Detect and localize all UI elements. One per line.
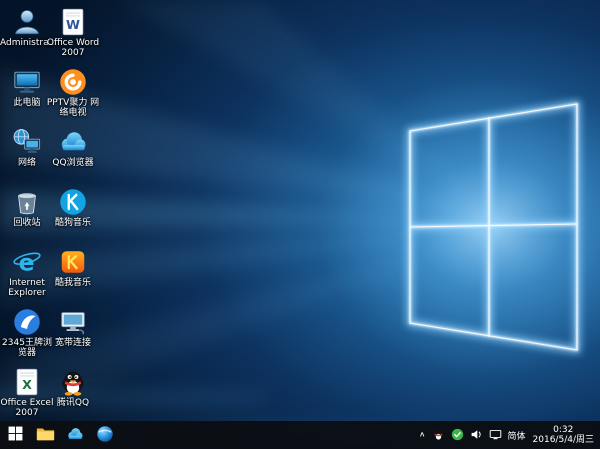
pptv-icon (58, 66, 89, 97)
desktop-icon-label: 酷狗音乐 (46, 218, 100, 228)
desktop-icon-tencent-qq[interactable]: 腾讯QQ (50, 366, 96, 426)
taskbar-file-explorer-button[interactable] (30, 421, 60, 449)
desktop-icon-label: PPTV聚力 网络电视 (46, 98, 100, 118)
taskbar-browser-button[interactable] (90, 421, 120, 449)
computer-icon (12, 66, 43, 97)
windows-logo-icon (8, 426, 23, 444)
desktop-icon-grid: Administra... 此电脑 (4, 6, 96, 426)
desktop-icon-label: 宽带连接 (46, 338, 100, 348)
caret-up-icon: ∧ (419, 431, 426, 438)
excel-icon: X (12, 366, 43, 397)
windows-desktop: Administra... 此电脑 (0, 0, 600, 449)
desktop-icon-office-excel[interactable]: X Office Excel 2007 (4, 366, 50, 426)
clock-date: 2016/5/4/周三 (533, 435, 594, 445)
kugou-icon (58, 186, 89, 217)
desktop-icon-qq-browser[interactable]: QQ浏览器 (50, 126, 96, 186)
desktop-icon-broadband[interactable]: 宽带连接 (50, 306, 96, 366)
word-icon: W (58, 6, 89, 37)
taskbar-clock[interactable]: 0:32 2016/5/4/周三 (529, 425, 600, 445)
user-folder-icon (12, 6, 43, 37)
desktop-icon-kuwo[interactable]: 酷我音乐 (50, 246, 96, 306)
2345-browser-icon (12, 306, 43, 337)
desktop-icon-pptv[interactable]: PPTV聚力 网络电视 (50, 66, 96, 126)
desktop-icon-kugou[interactable]: 酷狗音乐 (50, 186, 96, 246)
tray-security-button[interactable] (448, 421, 467, 449)
security-check-icon (451, 426, 464, 445)
show-hidden-icons-button[interactable]: ∧ (416, 424, 429, 446)
system-tray: ∧ (416, 421, 600, 449)
language-label: 简体 (508, 429, 526, 442)
internet-explorer-icon: e (12, 246, 43, 277)
desktop-icon-2345-browser[interactable]: 2345王牌浏览器 (4, 306, 50, 366)
volume-icon (470, 426, 483, 445)
desktop-icon-internet-explorer[interactable]: e Internet Explorer (4, 246, 50, 306)
tray-volume-button[interactable] (467, 421, 486, 449)
qq-penguin-icon (58, 366, 89, 397)
network-globe-icon (12, 126, 43, 157)
desktop-icon-label: 酷我音乐 (46, 278, 100, 288)
desktop-icon-this-pc[interactable]: 此电脑 (4, 66, 50, 126)
desktop-icon-label: Office Word 2007 (46, 38, 100, 58)
qq-browser-cloud-icon (58, 126, 89, 157)
globe-icon (96, 425, 114, 446)
svg-text:W: W (66, 17, 80, 32)
desktop-icon-network[interactable]: 网络 (4, 126, 50, 186)
qq-browser-cloud-icon (66, 425, 84, 446)
broadband-connection-icon (58, 306, 89, 337)
desktop-icon-recycle-bin[interactable]: 回收站 (4, 186, 50, 246)
start-button[interactable] (0, 421, 30, 449)
taskbar-qq-browser-button[interactable] (60, 421, 90, 449)
tray-qq-button[interactable] (429, 421, 448, 449)
input-language-indicator[interactable]: 简体 (505, 421, 529, 449)
qq-penguin-icon (432, 426, 445, 445)
desktop-icon-administrator[interactable]: Administra... (4, 6, 50, 66)
recycle-bin-icon (12, 186, 43, 217)
network-display-icon (489, 426, 502, 445)
desktop-icon-label: QQ浏览器 (46, 158, 100, 168)
svg-text:X: X (22, 377, 32, 392)
tray-network-button[interactable] (486, 421, 505, 449)
taskbar: ∧ (0, 421, 600, 449)
kuwo-icon (58, 246, 89, 277)
clock-time: 0:32 (553, 425, 573, 435)
folder-icon (36, 426, 55, 444)
desktop-icon-label: 腾讯QQ (46, 398, 100, 408)
desktop-icon-office-word[interactable]: W Office Word 2007 (50, 6, 96, 66)
